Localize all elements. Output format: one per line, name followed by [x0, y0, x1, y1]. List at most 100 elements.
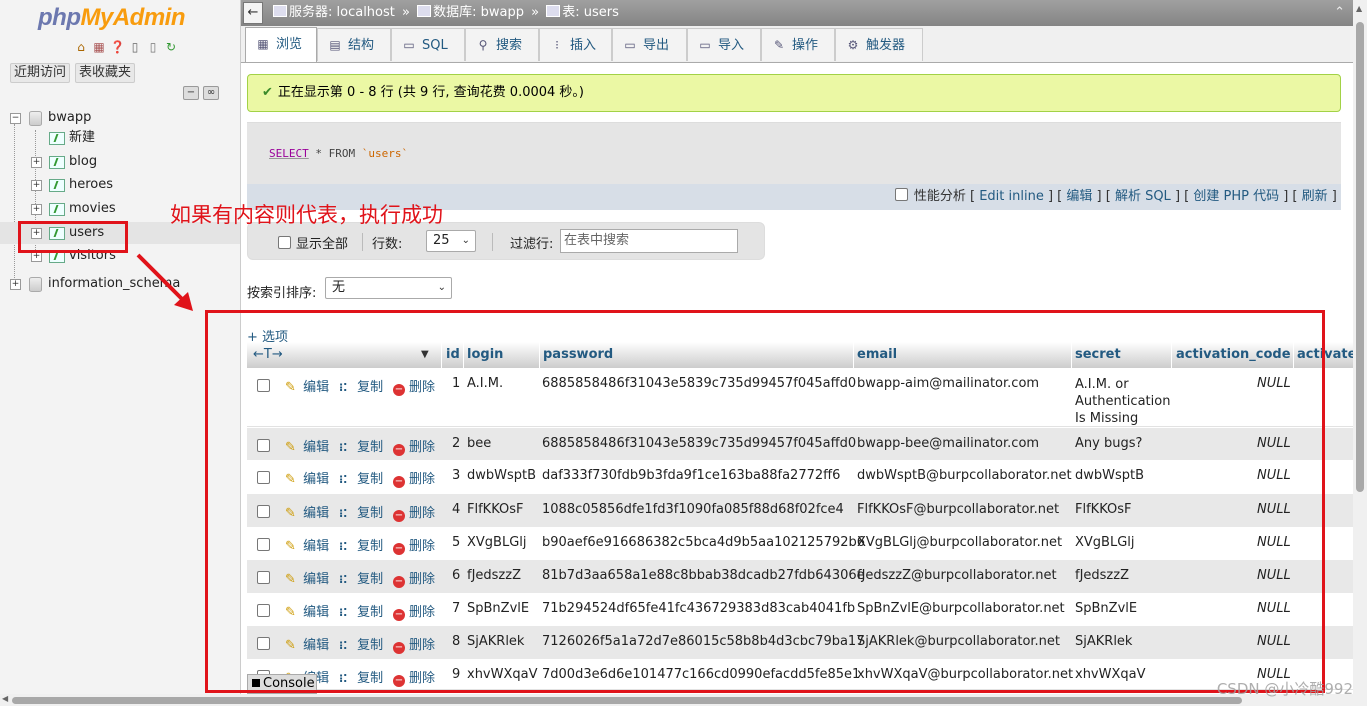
reload-icon[interactable]: ↻: [164, 40, 178, 54]
divider: [362, 233, 363, 251]
table-icon: [49, 203, 65, 216]
horizontal-scrollbar[interactable]: ◀: [0, 694, 1367, 706]
tab-triggers[interactable]: ⚙ 触发器: [835, 28, 923, 61]
tree-label[interactable]: bwapp: [48, 107, 91, 129]
expand-icon[interactable]: +: [31, 204, 42, 215]
table-icon: [49, 156, 65, 169]
refresh-link[interactable]: 刷新: [1302, 189, 1328, 204]
tree-label[interactable]: blog: [69, 151, 97, 173]
edit-sql-link[interactable]: 编辑: [1066, 189, 1092, 204]
documentation-icon[interactable]: ▯: [128, 40, 142, 54]
divider: [492, 233, 493, 251]
search-icon: ⚲: [478, 38, 488, 52]
toggle-nav-icon[interactable]: ←: [243, 2, 263, 24]
edit-inline-link[interactable]: Edit inline: [979, 189, 1044, 204]
export-icon: ▭: [624, 38, 636, 52]
breadcrumb-separator: »: [531, 5, 540, 20]
expand-icon[interactable]: +: [10, 279, 21, 290]
breadcrumb-server[interactable]: 服务器: localhost: [289, 5, 395, 20]
tab-label: 导出: [643, 38, 670, 53]
tab-label: 操作: [792, 38, 819, 53]
new-table-icon: [49, 132, 65, 145]
help-icon[interactable]: ❓: [110, 40, 125, 54]
database-icon: [417, 5, 432, 17]
create-php-code-link[interactable]: 创建 PHP 代码: [1193, 189, 1279, 204]
annotation-text: 如果有内容则代表，执行成功: [170, 203, 443, 227]
checkmark-icon: ✔: [262, 85, 273, 100]
favorite-tables-button[interactable]: 表收藏夹: [75, 63, 136, 83]
trigger-icon: ⚙: [847, 38, 859, 52]
scrollbar-thumb[interactable]: [12, 697, 1242, 704]
scroll-up-icon[interactable]: ▲: [1356, 4, 1362, 13]
recent-tables-button[interactable]: 近期访问: [10, 63, 71, 83]
sql-icon: ▭: [403, 38, 415, 52]
filter-rows-input[interactable]: 在表中搜索: [560, 229, 738, 253]
rows-label: 行数:: [372, 237, 403, 252]
breadcrumb: 服务器: localhost » 数据库: bwapp » 表: users: [273, 0, 619, 26]
profiling-label: 性能分析: [913, 189, 966, 204]
breadcrumb-database[interactable]: 数据库: bwapp: [433, 5, 524, 20]
home-icon[interactable]: ⌂: [74, 40, 88, 54]
tab-import[interactable]: ▭ 导入: [687, 28, 761, 61]
tree-label[interactable]: movies: [69, 198, 116, 220]
database-icon: [29, 277, 42, 292]
tab-label: 浏览: [276, 37, 303, 52]
sql-text: * FROM: [308, 147, 362, 160]
tree-line: [14, 124, 15, 284]
sql-keyword-select[interactable]: SELECT: [269, 147, 309, 160]
sort-by-key-select[interactable]: 无 ⌄: [325, 277, 452, 299]
tab-sql[interactable]: ▭ SQL: [391, 28, 465, 61]
scroll-left-icon[interactable]: ◀: [2, 694, 8, 703]
collapse-icon[interactable]: −: [10, 113, 21, 124]
show-all-label: 显示全部: [296, 237, 349, 252]
watermark: CSDN @小冷酷992: [1216, 680, 1353, 698]
tab-label: 导入: [718, 38, 745, 53]
collapse-all-icon[interactable]: −: [183, 86, 199, 100]
database-icon: [29, 111, 42, 126]
server-icon: [273, 5, 287, 17]
tab-bar: ▦ 浏览 ▤ 结构 ▭ SQL ⚲ 搜索 ⁝ 插入 ▭ 导出 ▭ 导入 ✎ 操作 ⚙ 触发器: [241, 26, 1353, 63]
annotation-highlight-users: [18, 221, 128, 253]
breadcrumb-bar: ← 服务器: localhost » 数据库: bwapp » 表: users…: [241, 0, 1353, 26]
sort-value: 无: [332, 280, 346, 295]
collapse-topbar-icon[interactable]: ⌃: [1334, 0, 1345, 26]
expand-icon[interactable]: +: [31, 157, 42, 168]
breadcrumb-table[interactable]: 表: users: [562, 5, 619, 20]
explain-sql-link[interactable]: 解析 SQL: [1115, 189, 1171, 204]
import-icon: ▭: [699, 38, 711, 52]
filter-label: 过滤行:: [510, 237, 554, 252]
success-text: 正在显示第 0 - 8 行 (共 9 行, 查询花费 0.0004 秒。): [277, 85, 584, 100]
chevron-down-icon: ⌄: [461, 235, 470, 246]
tree-label[interactable]: 新建: [69, 127, 95, 149]
scrollbar-thumb[interactable]: [1356, 22, 1364, 492]
wrench-icon: ✎: [773, 38, 785, 52]
rows-per-page-select[interactable]: 25 ⌄: [426, 230, 476, 252]
tab-operations[interactable]: ✎ 操作: [761, 28, 835, 61]
tab-label: 结构: [348, 38, 375, 53]
rows-value: 25: [433, 233, 450, 248]
link-with-main-icon[interactable]: ∞: [203, 86, 219, 100]
tab-label: 插入: [570, 38, 597, 53]
sql-query-window-icon[interactable]: ▦: [92, 40, 106, 54]
tree-controls: − ∞: [183, 86, 219, 100]
tab-label: SQL: [422, 38, 448, 53]
tree-label[interactable]: information_schema: [48, 273, 180, 295]
success-message: ✔ 正在显示第 0 - 8 行 (共 9 行, 查询花费 0.0004 秒。): [247, 74, 1341, 112]
vertical-scrollbar[interactable]: ▲: [1353, 0, 1367, 694]
tab-structure[interactable]: ▤ 结构: [317, 28, 391, 61]
nav-icon-bar: ⌂ ▦ ❓ ▯ ▯ ↻: [74, 40, 178, 54]
tab-search[interactable]: ⚲ 搜索: [465, 28, 539, 61]
table-icon: [49, 179, 65, 192]
show-all-checkbox[interactable]: [278, 236, 291, 249]
tab-export[interactable]: ▭ 导出: [612, 28, 687, 61]
phpmyadmin-logo[interactable]: phpMyAdmin: [38, 4, 185, 32]
settings-icon[interactable]: ▯: [146, 40, 160, 54]
browse-icon: ▦: [257, 37, 269, 51]
tab-insert[interactable]: ⁝ 插入: [539, 28, 612, 61]
insert-icon: ⁝: [555, 38, 559, 52]
profiling-checkbox[interactable]: [894, 188, 908, 201]
tab-browse[interactable]: ▦ 浏览: [245, 27, 317, 62]
annotation-highlight-results: [205, 310, 1325, 693]
expand-icon[interactable]: +: [31, 180, 42, 191]
tree-label[interactable]: heroes: [69, 174, 113, 196]
